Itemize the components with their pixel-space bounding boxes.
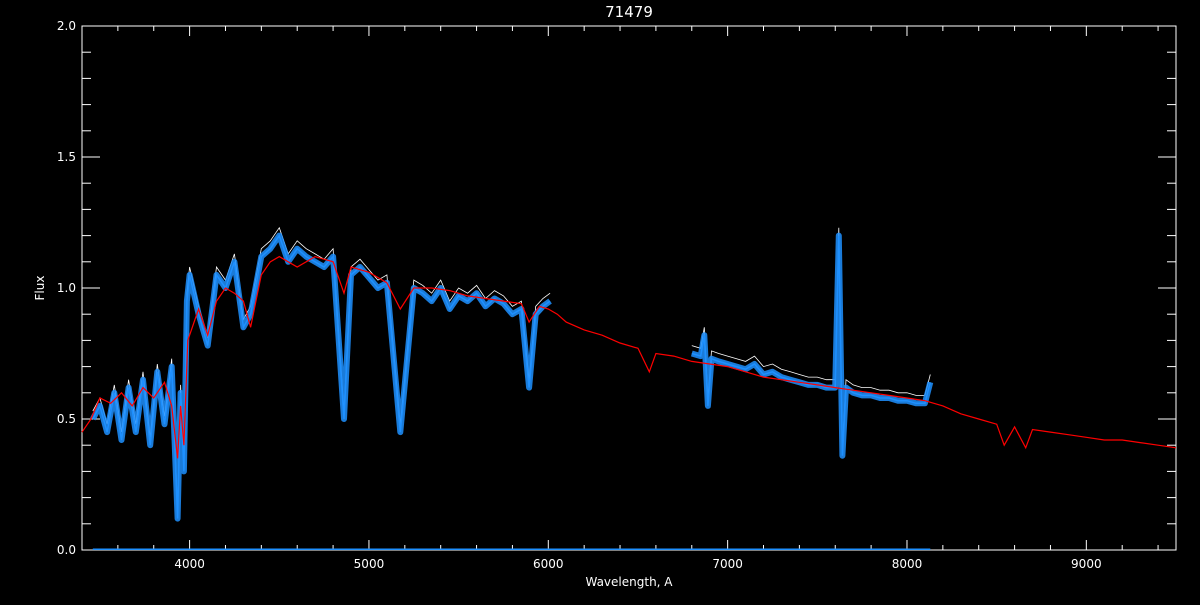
chart-stage: 4000 5000 6000 7000 8000 9000 0.0 0.5 1.0 1.5 2.0 … xyxy=(0,0,1200,600)
y-tick-label: 1.5 xyxy=(57,150,76,164)
x-tick-label: 8000 xyxy=(892,557,923,571)
x-tick-label: 5000 xyxy=(354,557,385,571)
y-tick-label: 1.0 xyxy=(57,281,76,295)
y-tick-label: 0.0 xyxy=(57,543,76,557)
chart-title: 71479 xyxy=(605,3,653,21)
spectrum-chart: 4000 5000 6000 7000 8000 90000.00.51.01.52.0 … xyxy=(0,0,1200,600)
y-tick-label: 0.5 xyxy=(57,412,76,426)
x-tick-label: 7000 xyxy=(712,557,743,571)
y-tick-label: 2.0 xyxy=(57,19,76,33)
y-axis-title: Flux xyxy=(33,276,47,301)
x-tick-label: 4000 xyxy=(174,557,205,571)
x-axis-title: Wavelength, A xyxy=(585,575,673,589)
x-tick-label: 9000 xyxy=(1071,557,1102,571)
x-tick-label: 6000 xyxy=(533,557,564,571)
